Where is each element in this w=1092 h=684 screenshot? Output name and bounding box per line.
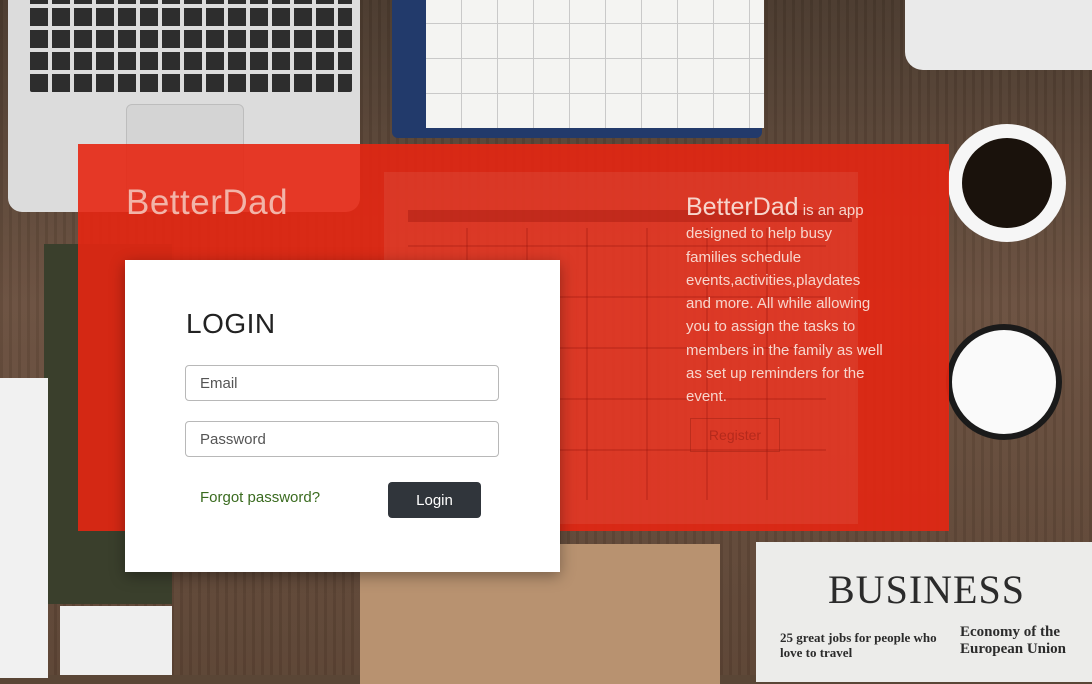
- email-field[interactable]: [185, 365, 499, 401]
- calendar-card-image-2: [60, 606, 172, 675]
- newspaper-title: BUSINESS: [828, 567, 1025, 612]
- keyboard-image: [30, 0, 352, 92]
- password-field[interactable]: [185, 421, 499, 457]
- newspaper-headline-2: Economy of the European Union: [960, 624, 1067, 657]
- alarm-clock-image: [946, 268, 1062, 458]
- about-section: BetterDad is an app designed to help bus…: [686, 193, 886, 409]
- about-brand: BetterDad: [686, 193, 799, 221]
- login-title: LOGIN: [186, 308, 276, 339]
- login-button[interactable]: Login: [388, 482, 481, 518]
- clock-face-image: [946, 324, 1062, 440]
- forgot-password-link[interactable]: Forgot password?: [200, 489, 320, 506]
- monitor-image: [905, 0, 1092, 70]
- calendar-card-image: [0, 378, 48, 678]
- coffee-cup-image: [948, 124, 1066, 242]
- newspaper-headline-1: 25 great jobs for people who love to tra…: [780, 630, 937, 660]
- about-text: is an app designed to help busy families…: [686, 202, 883, 406]
- planner-page-image: [426, 0, 764, 128]
- brand-logo[interactable]: BetterDad: [126, 183, 288, 223]
- register-button[interactable]: Register: [690, 418, 780, 452]
- login-card: LOGIN Forgot password? Login: [125, 260, 560, 572]
